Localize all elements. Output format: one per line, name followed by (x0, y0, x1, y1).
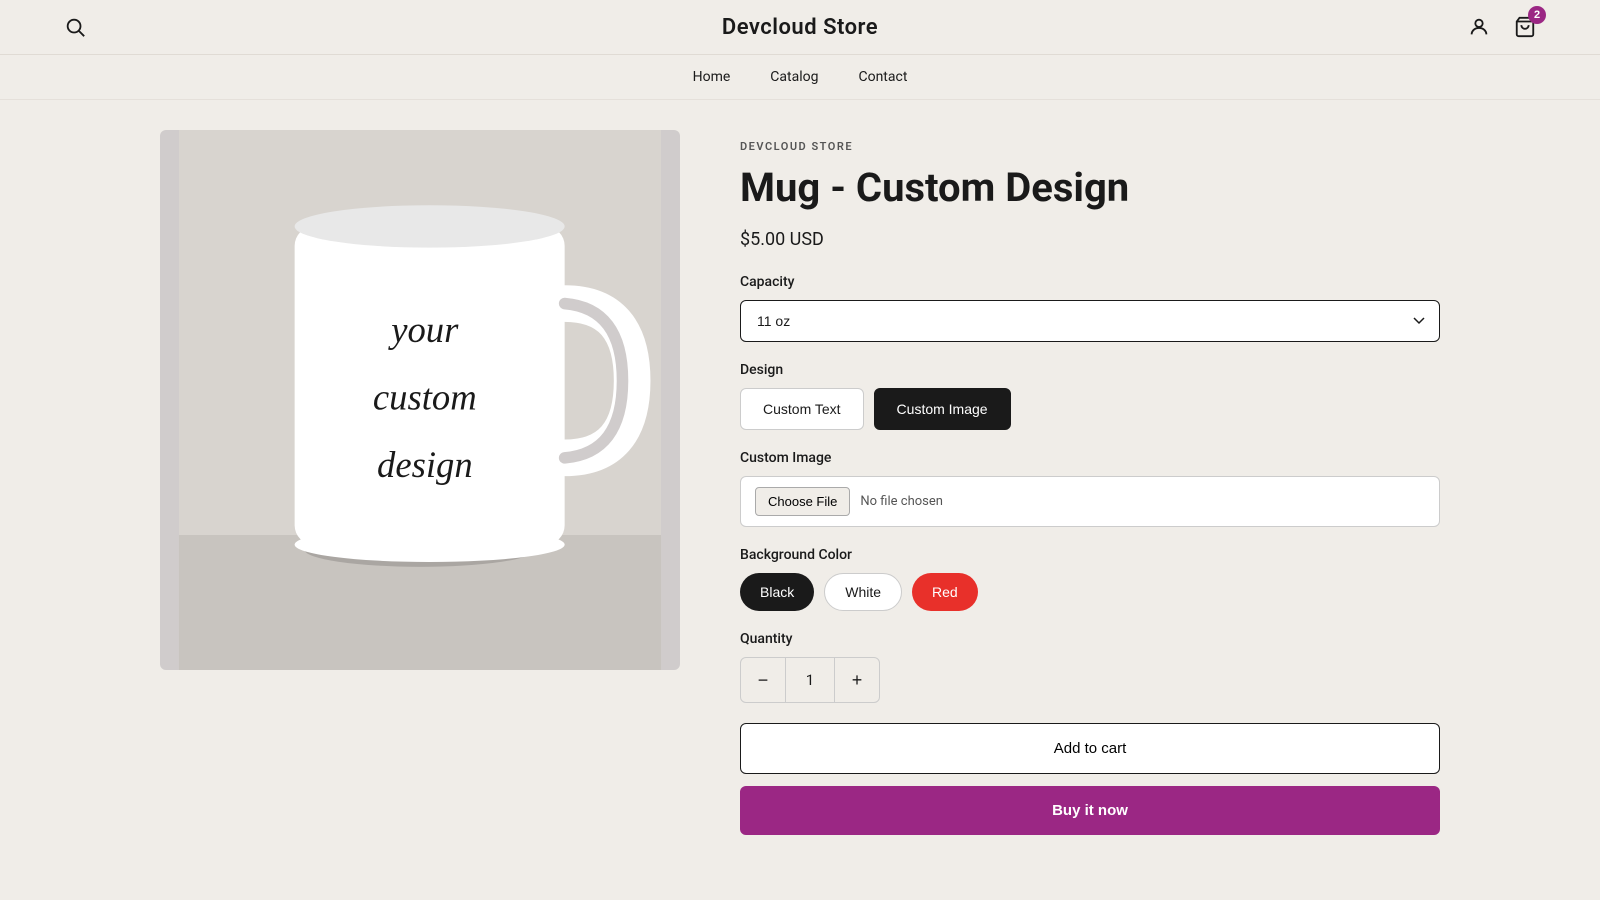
svg-text:design: design (377, 444, 473, 485)
product-image-container: your custom design (160, 130, 680, 670)
capacity-select[interactable]: 11 oz 15 oz (740, 300, 1440, 342)
header: Devcloud Store 2 (0, 0, 1600, 55)
product-details: DEVCLOUD STORE Mug - Custom Design $5.00… (740, 130, 1440, 835)
product-price: $5.00 USD (740, 229, 1440, 250)
main-content: your custom design DEVCLOUD STORE Mug - … (100, 100, 1500, 865)
brand-label: DEVCLOUD STORE (740, 140, 1440, 153)
custom-image-label: Custom Image (740, 450, 1440, 466)
header-left (60, 12, 90, 42)
color-white-button[interactable]: White (824, 573, 902, 611)
file-name-display: No file chosen (860, 494, 943, 509)
design-label: Design (740, 362, 1440, 378)
choose-file-button[interactable]: Choose File (755, 487, 850, 516)
capacity-label: Capacity (740, 274, 1440, 290)
file-input-wrapper[interactable]: Choose File No file chosen (740, 476, 1440, 527)
product-image: your custom design (160, 130, 680, 670)
cart-button[interactable]: 2 (1510, 12, 1540, 42)
buy-now-button[interactable]: Buy it now (740, 786, 1440, 835)
store-title: Devcloud Store (722, 15, 878, 40)
color-black-button[interactable]: Black (740, 573, 814, 611)
svg-text:custom: custom (373, 377, 477, 418)
nav-contact[interactable]: Contact (858, 69, 907, 85)
quantity-label: Quantity (740, 631, 1440, 647)
color-buttons: Black White Red (740, 573, 1440, 611)
bg-color-section: Background Color Black White Red (740, 547, 1440, 611)
nav-catalog[interactable]: Catalog (770, 69, 818, 85)
product-title: Mug - Custom Design (740, 165, 1440, 211)
quantity-wrapper: − 1 + (740, 657, 880, 703)
account-button[interactable] (1464, 12, 1494, 42)
quantity-decrease-button[interactable]: − (741, 658, 785, 702)
header-right: 2 (1464, 12, 1540, 42)
design-section: Design Custom Text Custom Image (740, 362, 1440, 430)
capacity-section: Capacity 11 oz 15 oz (740, 274, 1440, 342)
nav-home[interactable]: Home (693, 69, 731, 85)
svg-text:your: your (387, 309, 459, 350)
custom-image-section: Custom Image Choose File No file chosen (740, 450, 1440, 527)
user-icon (1468, 16, 1490, 38)
search-button[interactable] (60, 12, 90, 42)
bg-color-label: Background Color (740, 547, 1440, 563)
color-red-button[interactable]: Red (912, 573, 978, 611)
search-icon (64, 16, 86, 38)
mug-illustration: your custom design (160, 130, 680, 670)
quantity-section: Quantity − 1 + (740, 631, 1440, 703)
quantity-value: 1 (785, 658, 835, 702)
navigation: Home Catalog Contact (0, 55, 1600, 100)
cart-badge: 2 (1528, 6, 1546, 24)
quantity-increase-button[interactable]: + (835, 658, 879, 702)
header-center: Devcloud Store (722, 15, 878, 40)
design-custom-text-button[interactable]: Custom Text (740, 388, 864, 430)
add-to-cart-button[interactable]: Add to cart (740, 723, 1440, 774)
design-buttons: Custom Text Custom Image (740, 388, 1440, 430)
design-custom-image-button[interactable]: Custom Image (874, 388, 1011, 430)
